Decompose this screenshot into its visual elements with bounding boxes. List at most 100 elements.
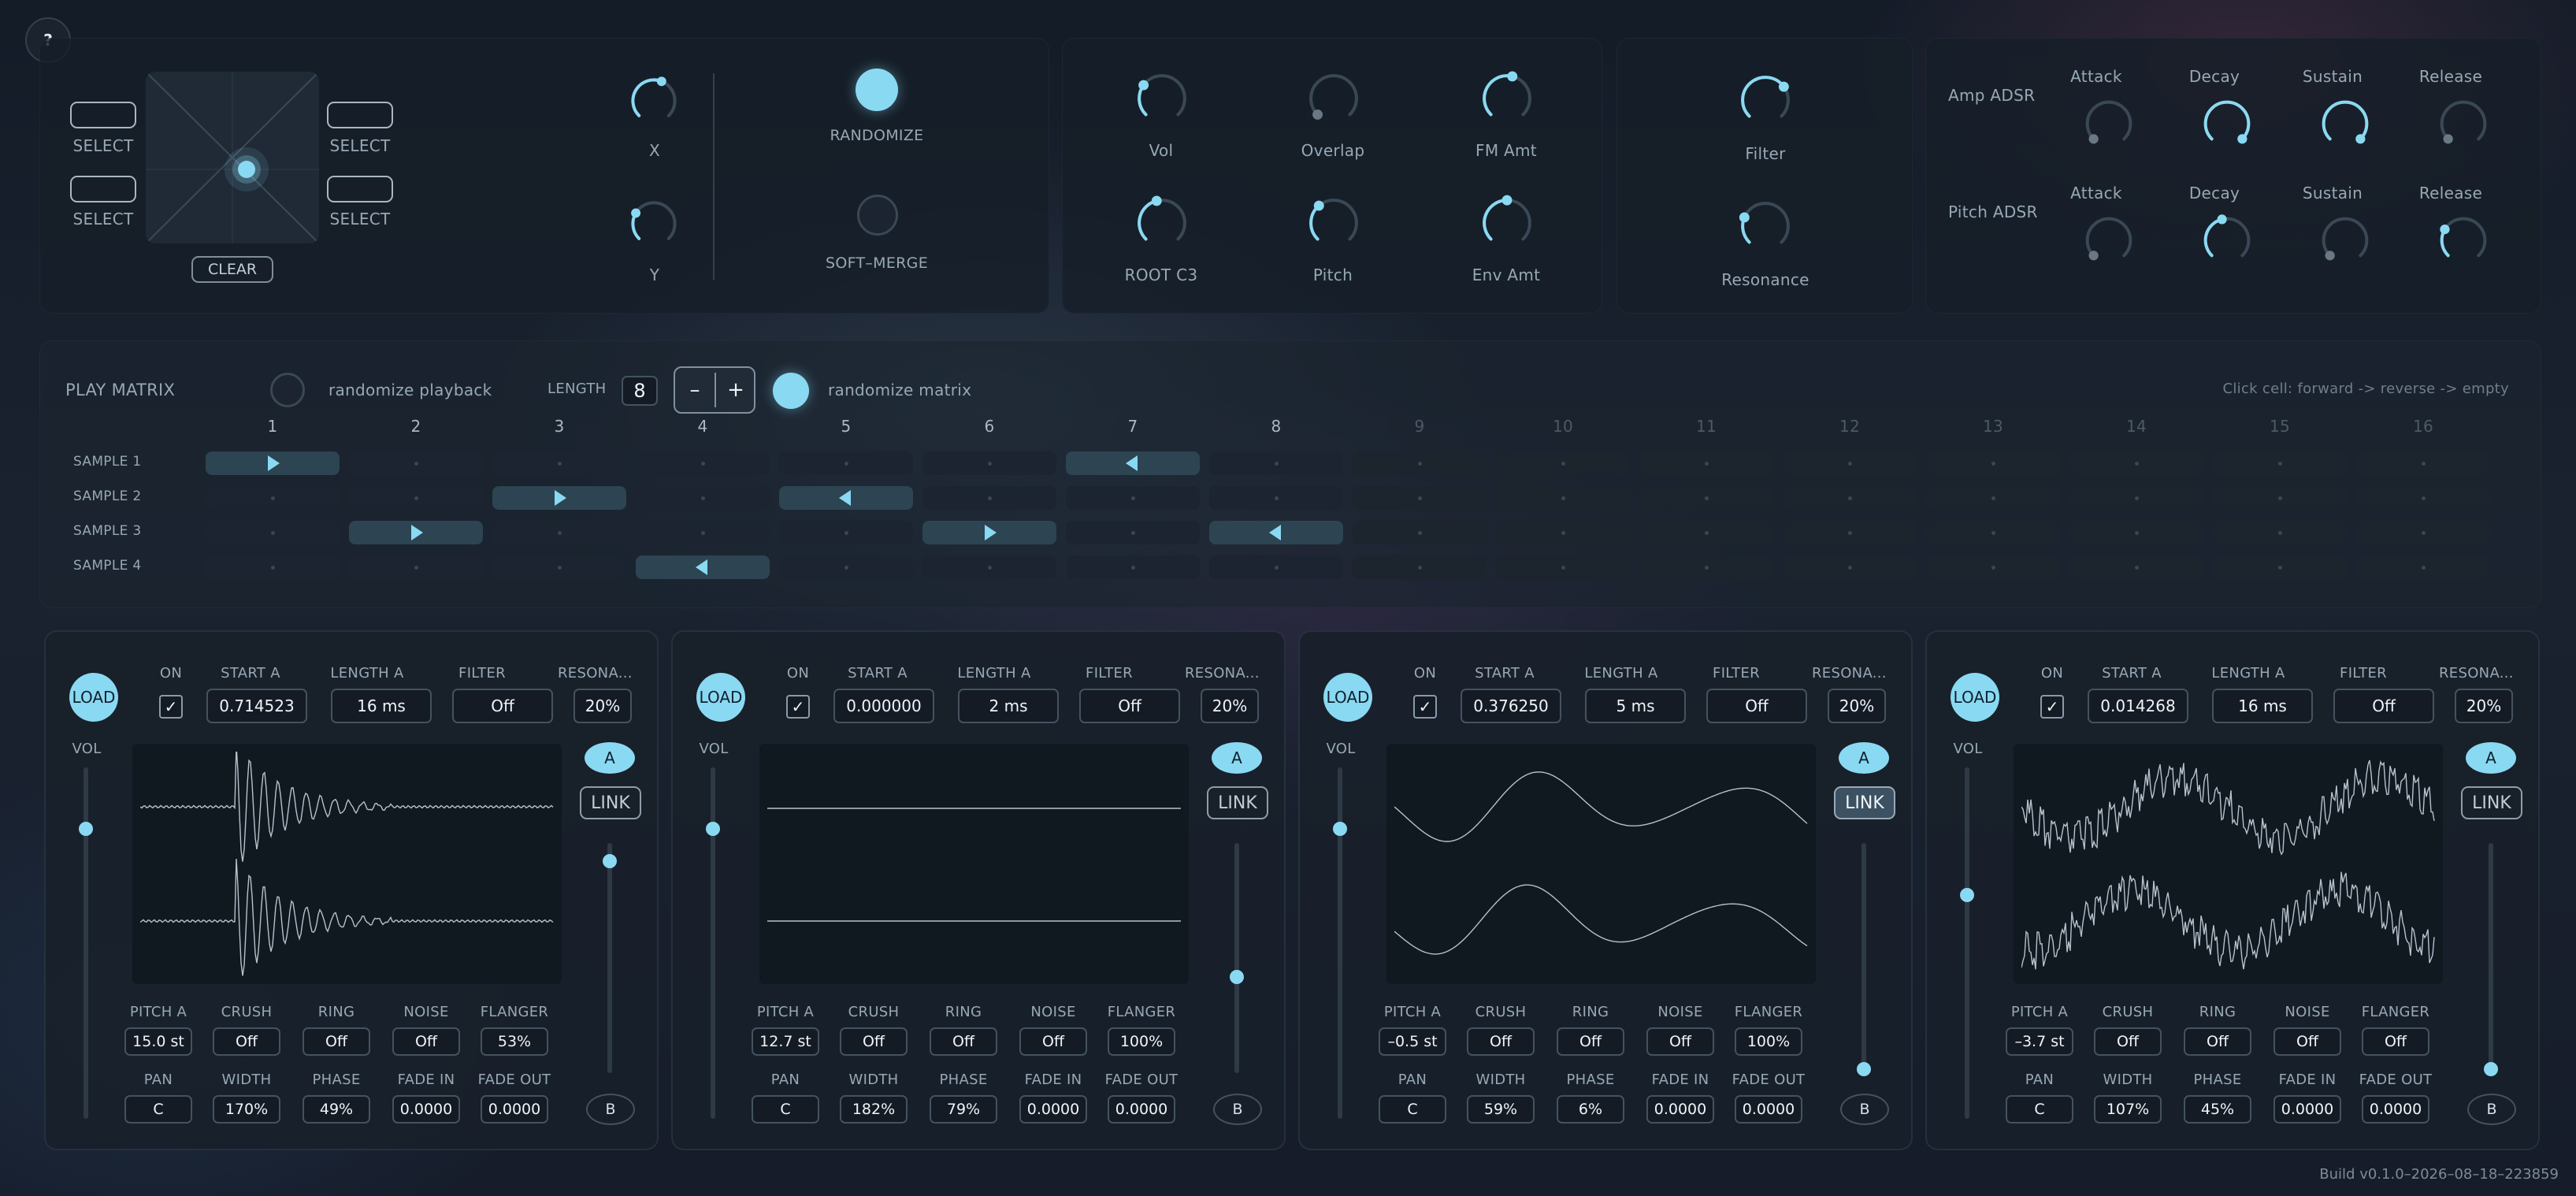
matrix-cell[interactable] xyxy=(206,451,340,475)
vol-slider[interactable] xyxy=(706,767,720,1119)
link-button[interactable]: LINK xyxy=(2461,786,2522,819)
param-field[interactable]: –0.5 st xyxy=(1379,1027,1446,1056)
param-field[interactable]: Off xyxy=(2273,1027,2341,1056)
param-field[interactable]: 107% xyxy=(2094,1095,2162,1124)
load-button[interactable]: LOAD xyxy=(1323,673,1372,722)
load-button[interactable]: LOAD xyxy=(69,673,118,722)
resonance-field[interactable]: 20% xyxy=(573,689,632,723)
matrix-cell[interactable] xyxy=(922,521,1056,544)
ab-blend-slider[interactable] xyxy=(2484,843,2498,1076)
matrix-cell[interactable] xyxy=(636,451,770,475)
matrix-cell[interactable] xyxy=(1783,555,1917,579)
param-field[interactable]: Off xyxy=(1467,1027,1535,1056)
param-field[interactable]: 0.0000 xyxy=(392,1095,460,1124)
y-knob[interactable] xyxy=(626,196,681,251)
param-field[interactable]: C xyxy=(2006,1095,2073,1124)
matrix-cell[interactable] xyxy=(1783,486,1917,510)
matrix-cell[interactable] xyxy=(779,451,913,475)
matrix-cell[interactable] xyxy=(1066,486,1200,510)
param-field[interactable]: Off xyxy=(840,1027,908,1056)
a-button[interactable]: A xyxy=(585,742,635,774)
matrix-cell[interactable] xyxy=(206,521,340,544)
filter-knob[interactable] xyxy=(1735,70,1795,130)
matrix-cell[interactable] xyxy=(2069,521,2203,544)
start-field[interactable]: 0.000000 xyxy=(833,689,934,723)
pitch-sustain-knob[interactable] xyxy=(2317,212,2374,269)
matrix-cell[interactable] xyxy=(2213,521,2347,544)
matrix-cell[interactable] xyxy=(2356,521,2490,544)
matrix-cell[interactable] xyxy=(1926,451,2060,475)
ab-blend-slider-thumb[interactable] xyxy=(1857,1062,1871,1076)
matrix-cell[interactable] xyxy=(636,521,770,544)
matrix-cell[interactable] xyxy=(922,451,1056,475)
length-field[interactable]: 16 ms xyxy=(331,689,432,723)
matrix-cell[interactable] xyxy=(1926,555,2060,579)
param-field[interactable]: C xyxy=(1379,1095,1446,1124)
param-field[interactable]: Off xyxy=(1646,1027,1714,1056)
fm-amt-knob[interactable] xyxy=(1477,69,1537,128)
param-field[interactable]: 79% xyxy=(930,1095,997,1124)
vol-slider[interactable] xyxy=(1333,767,1347,1119)
xy-pad[interactable] xyxy=(146,72,319,243)
load-button[interactable]: LOAD xyxy=(696,673,745,722)
param-field[interactable]: 170% xyxy=(213,1095,280,1124)
matrix-cell[interactable] xyxy=(1209,521,1343,544)
ab-blend-slider-thumb[interactable] xyxy=(603,853,617,868)
vol-slider-thumb[interactable] xyxy=(1333,822,1347,836)
vol-slider[interactable] xyxy=(79,767,93,1119)
matrix-cell[interactable] xyxy=(1639,451,1773,475)
param-field[interactable]: 53% xyxy=(481,1027,548,1056)
resonance-knob[interactable] xyxy=(1735,196,1795,256)
param-field[interactable]: 100% xyxy=(1735,1027,1802,1056)
matrix-cell[interactable] xyxy=(1926,486,2060,510)
select-slot-4-button[interactable] xyxy=(327,176,393,202)
start-field[interactable]: 0.376250 xyxy=(1461,689,1561,723)
matrix-cell[interactable] xyxy=(1639,521,1773,544)
matrix-cell[interactable] xyxy=(2213,555,2347,579)
matrix-cell[interactable] xyxy=(779,486,913,510)
vol-slider-thumb[interactable] xyxy=(706,822,720,836)
matrix-cell[interactable] xyxy=(2213,486,2347,510)
b-button[interactable]: B xyxy=(1840,1094,1889,1125)
matrix-cell[interactable] xyxy=(1353,521,1487,544)
x-knob[interactable] xyxy=(626,73,681,128)
matrix-cell[interactable] xyxy=(2069,451,2203,475)
ab-blend-slider-thumb[interactable] xyxy=(1230,970,1244,985)
matrix-cell[interactable] xyxy=(1209,486,1343,510)
param-field[interactable]: Off xyxy=(392,1027,460,1056)
param-field[interactable]: Off xyxy=(1557,1027,1624,1056)
select-slot-1-button[interactable] xyxy=(70,102,136,128)
amp-attack-knob[interactable] xyxy=(2080,95,2137,152)
matrix-cell[interactable] xyxy=(349,555,483,579)
matrix-cell[interactable] xyxy=(1639,486,1773,510)
b-button[interactable]: B xyxy=(586,1094,635,1125)
matrix-cell[interactable] xyxy=(1066,521,1200,544)
link-button[interactable]: LINK xyxy=(580,786,641,819)
matrix-cell[interactable] xyxy=(922,555,1056,579)
root-knob[interactable] xyxy=(1132,193,1192,253)
waveform-display[interactable] xyxy=(1386,744,1816,984)
matrix-cell[interactable] xyxy=(2069,555,2203,579)
param-field[interactable]: 0.0000 xyxy=(1019,1095,1087,1124)
matrix-cell[interactable] xyxy=(1353,486,1487,510)
param-field[interactable]: Off xyxy=(2184,1027,2251,1056)
resonance-field[interactable]: 20% xyxy=(1201,689,1259,723)
pitch-knob[interactable] xyxy=(1304,193,1364,253)
vol-slider-thumb[interactable] xyxy=(1960,888,1974,902)
a-button[interactable]: A xyxy=(1839,742,1889,774)
matrix-cell[interactable] xyxy=(349,486,483,510)
matrix-cell[interactable] xyxy=(349,451,483,475)
soft-merge-toggle[interactable] xyxy=(857,195,898,236)
link-button[interactable]: LINK xyxy=(1834,786,1895,819)
ab-blend-slider[interactable] xyxy=(1857,843,1871,1076)
matrix-cell[interactable] xyxy=(636,555,770,579)
length-field[interactable]: 2 ms xyxy=(958,689,1059,723)
param-field[interactable]: C xyxy=(752,1095,819,1124)
param-field[interactable]: 12.7 st xyxy=(752,1027,819,1056)
filter-field[interactable]: Off xyxy=(2333,689,2434,723)
matrix-cell[interactable] xyxy=(1783,451,1917,475)
a-button[interactable]: A xyxy=(2466,742,2516,774)
matrix-cell[interactable] xyxy=(1926,521,2060,544)
matrix-cell[interactable] xyxy=(636,486,770,510)
a-button[interactable]: A xyxy=(1212,742,1262,774)
